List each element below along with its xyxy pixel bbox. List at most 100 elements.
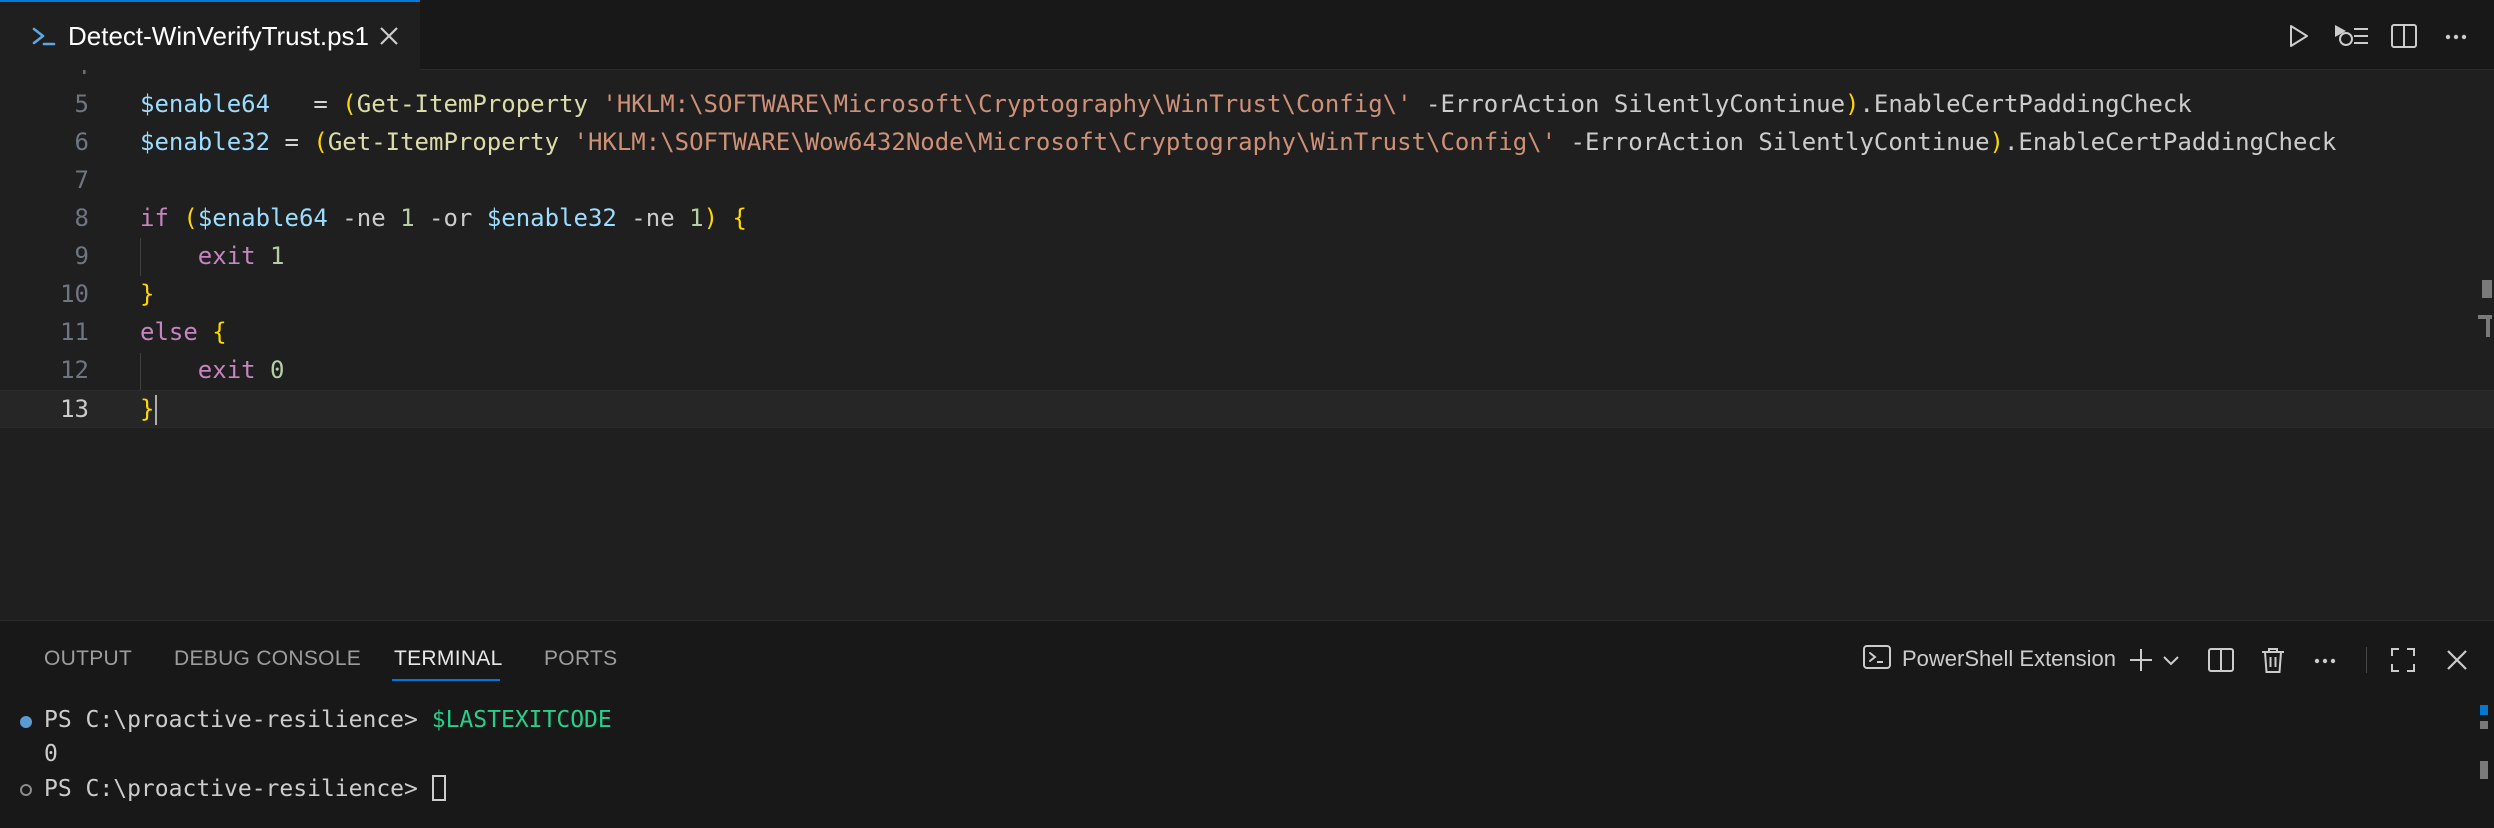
code-token: .EnableCertPaddingCheck — [2003, 128, 2337, 156]
terminal-text: PS C:\proactive-resilience> $LASTEXITCOD… — [44, 707, 612, 733]
code-token: if — [140, 204, 169, 232]
code-text: } — [140, 280, 154, 308]
command-success-icon[interactable] — [20, 716, 32, 728]
code-line[interactable]: 6 $enable32 = (Get-ItemProperty 'HKLM:\SO… — [0, 124, 2494, 162]
code-token: 1 — [689, 204, 704, 232]
line-number: 10 — [60, 280, 89, 308]
terminal-text: 0 — [44, 741, 58, 767]
split-editor-icon[interactable] — [2388, 20, 2420, 52]
code-token: ( — [342, 90, 357, 118]
powershell-icon — [30, 22, 60, 52]
code-token: -ErrorAction — [1570, 128, 1744, 156]
code-line[interactable]: 11 else { — [0, 314, 2494, 352]
terminal-icon — [1862, 643, 1892, 675]
code-token: 1 — [270, 242, 285, 270]
tab-ports[interactable]: PORTS — [544, 647, 617, 671]
code-token: { — [732, 204, 747, 232]
terminal-prompt: PS C:\proactive-resilience> — [44, 707, 432, 733]
code-token: ) — [1845, 90, 1860, 118]
code-text: if ($enable64 -ne 1 -or $enable32 -ne 1)… — [140, 204, 747, 232]
tab-terminal[interactable]: TERMINAL — [394, 647, 503, 671]
terminal-prompt: PS C:\proactive-resilience> — [44, 776, 432, 802]
code-token: Get-ItemProperty — [356, 90, 588, 118]
close-icon[interactable] — [376, 23, 402, 49]
run-selection-icon[interactable] — [2332, 20, 2372, 52]
code-token: $enable32 — [486, 204, 617, 232]
terminal-line: PS C:\proactive-resilience> $LASTEXITCOD… — [0, 705, 2480, 739]
toolbar-divider — [2366, 647, 2367, 673]
code-token: -ne — [327, 204, 401, 232]
code-text: $enable32 = (Get-ItemProperty 'HKLM:\SOF… — [140, 128, 2336, 156]
line-number: 8 — [74, 204, 89, 232]
editor-tab[interactable]: Detect-WinVerifyTrust.ps1 — [0, 0, 420, 70]
terminal-cursor — [431, 775, 446, 801]
code-line[interactable]: 5 $enable64 = (Get-ItemProperty 'HKLM:\SO… — [0, 86, 2494, 124]
code-token: else — [140, 318, 198, 346]
code-token: $enable64 — [197, 204, 328, 232]
code-editor[interactable]: 45$enable64 = (Get-ItemProperty 'HKLM:\S… — [0, 70, 2494, 620]
command-pending-icon[interactable] — [20, 784, 32, 796]
tab-title: Detect-WinVerifyTrust.ps1 — [68, 21, 370, 51]
code-token: = — [270, 128, 314, 156]
line-number: 12 — [60, 356, 89, 384]
tab-output[interactable]: OUTPUT — [44, 647, 132, 671]
terminal-selector[interactable]: PowerShell Extension — [1862, 643, 2116, 675]
line-number: 13 — [60, 395, 89, 423]
code-token: exit — [197, 356, 256, 384]
new-terminal-icon[interactable] — [2126, 645, 2156, 675]
line-number: 6 — [74, 128, 89, 156]
code-token: -ErrorAction — [1426, 90, 1600, 118]
code-text: exit 1 — [140, 242, 285, 270]
code-line[interactable]: 4 — [0, 70, 2494, 86]
line-number: 5 — [74, 90, 89, 118]
terminal-line: 0 — [0, 739, 2480, 773]
tab-debug-console[interactable]: DEBUG CONSOLE — [174, 647, 361, 671]
close-panel-icon[interactable] — [2442, 645, 2472, 675]
code-text: $enable64 = (Get-ItemProperty 'HKLM:\SOF… — [140, 90, 2192, 118]
split-terminal-icon[interactable] — [2206, 645, 2236, 675]
vscode-window: Detect-WinVerifyTrust.ps1 5 $enable64 = … — [0, 0, 2494, 828]
code-token: = — [270, 90, 343, 118]
scrollbar-marker — [2480, 705, 2488, 715]
code-token: 1 — [400, 204, 415, 232]
more-icon[interactable] — [2310, 645, 2340, 675]
code-token: ) — [703, 204, 719, 232]
code-token: SilentlyContinue — [1599, 90, 1846, 118]
text-cursor — [155, 395, 157, 425]
code-line[interactable]: 12 exit 0 — [0, 352, 2494, 390]
active-tab-indicator — [392, 679, 500, 681]
kill-terminal-icon[interactable] — [2258, 645, 2288, 675]
code-line[interactable]: 13} — [0, 390, 2494, 428]
line-number: 7 — [74, 166, 89, 194]
terminal-command: $LASTEXITCODE — [431, 707, 612, 733]
line-number: 4 — [9, 70, 89, 80]
code-line[interactable]: 8 if ($enable64 -ne 1 -or $enable32 -ne 1… — [0, 200, 2494, 238]
code-token: } — [140, 280, 155, 308]
run-icon[interactable] — [2282, 20, 2314, 52]
code-line[interactable]: 10} — [0, 276, 2494, 314]
code-line[interactable]: 9 exit 1 — [0, 238, 2494, 276]
code-token: $enable32 — [140, 128, 271, 156]
code-token: ( — [313, 128, 328, 156]
code-token: Get-ItemProperty — [327, 128, 560, 156]
code-line[interactable]: 7 — [0, 162, 2494, 200]
line-number: 9 — [74, 242, 89, 270]
code-text: } — [140, 395, 154, 423]
terminal-prompt: 0 — [44, 741, 58, 767]
code-token: 'HKLM:\SOFTWARE\Microsoft\Cryptography\W… — [602, 90, 1412, 118]
terminal-text: PS C:\proactive-resilience> — [44, 775, 446, 802]
code-token: -or — [414, 204, 487, 232]
terminal-dropdown-icon[interactable] — [2160, 645, 2182, 675]
more-actions-icon[interactable] — [2440, 20, 2472, 52]
maximize-panel-icon[interactable] — [2388, 645, 2418, 675]
code-token: ) — [1989, 128, 2004, 156]
code-token: { — [212, 318, 227, 346]
